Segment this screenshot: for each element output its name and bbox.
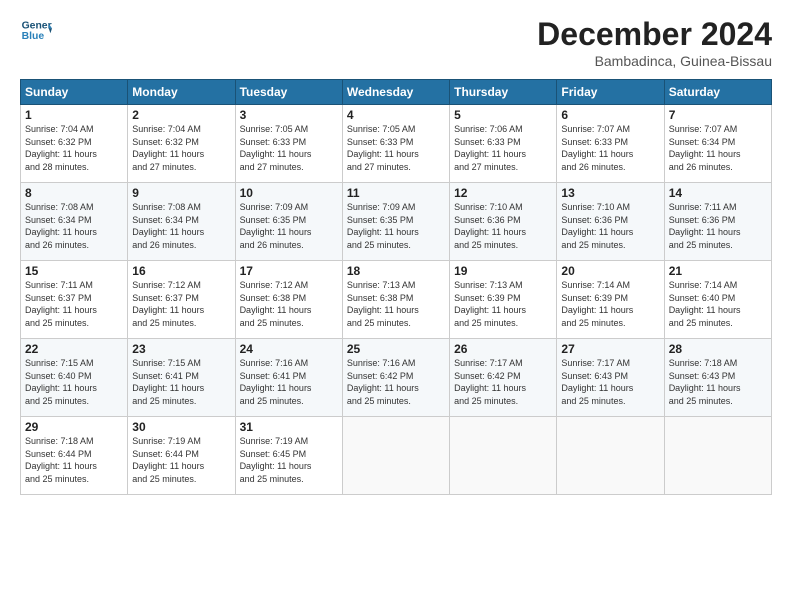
table-row [664, 417, 771, 495]
table-row: 29Sunrise: 7:18 AMSunset: 6:44 PMDayligh… [21, 417, 128, 495]
header: General Blue December 2024 Bambadinca, G… [20, 16, 772, 69]
calendar-header-row: Sunday Monday Tuesday Wednesday Thursday… [21, 80, 772, 105]
table-row: 3Sunrise: 7:05 AMSunset: 6:33 PMDaylight… [235, 105, 342, 183]
table-row: 14Sunrise: 7:11 AMSunset: 6:36 PMDayligh… [664, 183, 771, 261]
table-row: 30Sunrise: 7:19 AMSunset: 6:44 PMDayligh… [128, 417, 235, 495]
col-sunday: Sunday [21, 80, 128, 105]
table-row: 12Sunrise: 7:10 AMSunset: 6:36 PMDayligh… [450, 183, 557, 261]
title-area: December 2024 Bambadinca, Guinea-Bissau [537, 16, 772, 69]
table-row: 22Sunrise: 7:15 AMSunset: 6:40 PMDayligh… [21, 339, 128, 417]
logo-icon: General Blue [20, 16, 52, 44]
table-row: 24Sunrise: 7:16 AMSunset: 6:41 PMDayligh… [235, 339, 342, 417]
svg-text:Blue: Blue [22, 31, 45, 42]
logo: General Blue [20, 16, 52, 44]
table-row: 15Sunrise: 7:11 AMSunset: 6:37 PMDayligh… [21, 261, 128, 339]
table-row: 25Sunrise: 7:16 AMSunset: 6:42 PMDayligh… [342, 339, 449, 417]
table-row: 8Sunrise: 7:08 AMSunset: 6:34 PMDaylight… [21, 183, 128, 261]
table-row: 21Sunrise: 7:14 AMSunset: 6:40 PMDayligh… [664, 261, 771, 339]
month-title: December 2024 [537, 16, 772, 53]
table-row: 5Sunrise: 7:06 AMSunset: 6:33 PMDaylight… [450, 105, 557, 183]
col-monday: Monday [128, 80, 235, 105]
col-thursday: Thursday [450, 80, 557, 105]
table-row: 26Sunrise: 7:17 AMSunset: 6:42 PMDayligh… [450, 339, 557, 417]
table-row [557, 417, 664, 495]
table-row: 7Sunrise: 7:07 AMSunset: 6:34 PMDaylight… [664, 105, 771, 183]
table-row: 16Sunrise: 7:12 AMSunset: 6:37 PMDayligh… [128, 261, 235, 339]
svg-text:General: General [22, 20, 52, 31]
table-row: 19Sunrise: 7:13 AMSunset: 6:39 PMDayligh… [450, 261, 557, 339]
table-row: 17Sunrise: 7:12 AMSunset: 6:38 PMDayligh… [235, 261, 342, 339]
table-row: 23Sunrise: 7:15 AMSunset: 6:41 PMDayligh… [128, 339, 235, 417]
calendar: Sunday Monday Tuesday Wednesday Thursday… [20, 79, 772, 495]
table-row: 2Sunrise: 7:04 AMSunset: 6:32 PMDaylight… [128, 105, 235, 183]
col-friday: Friday [557, 80, 664, 105]
table-row: 11Sunrise: 7:09 AMSunset: 6:35 PMDayligh… [342, 183, 449, 261]
table-row: 31Sunrise: 7:19 AMSunset: 6:45 PMDayligh… [235, 417, 342, 495]
col-wednesday: Wednesday [342, 80, 449, 105]
table-row: 18Sunrise: 7:13 AMSunset: 6:38 PMDayligh… [342, 261, 449, 339]
col-saturday: Saturday [664, 80, 771, 105]
table-row: 10Sunrise: 7:09 AMSunset: 6:35 PMDayligh… [235, 183, 342, 261]
table-row: 28Sunrise: 7:18 AMSunset: 6:43 PMDayligh… [664, 339, 771, 417]
table-row: 20Sunrise: 7:14 AMSunset: 6:39 PMDayligh… [557, 261, 664, 339]
table-row: 4Sunrise: 7:05 AMSunset: 6:33 PMDaylight… [342, 105, 449, 183]
table-row: 1Sunrise: 7:04 AMSunset: 6:32 PMDaylight… [21, 105, 128, 183]
table-row: 9Sunrise: 7:08 AMSunset: 6:34 PMDaylight… [128, 183, 235, 261]
table-row: 27Sunrise: 7:17 AMSunset: 6:43 PMDayligh… [557, 339, 664, 417]
table-row: 13Sunrise: 7:10 AMSunset: 6:36 PMDayligh… [557, 183, 664, 261]
table-row: 6Sunrise: 7:07 AMSunset: 6:33 PMDaylight… [557, 105, 664, 183]
col-tuesday: Tuesday [235, 80, 342, 105]
table-row [450, 417, 557, 495]
location: Bambadinca, Guinea-Bissau [537, 53, 772, 69]
table-row [342, 417, 449, 495]
page: General Blue December 2024 Bambadinca, G… [0, 0, 792, 612]
